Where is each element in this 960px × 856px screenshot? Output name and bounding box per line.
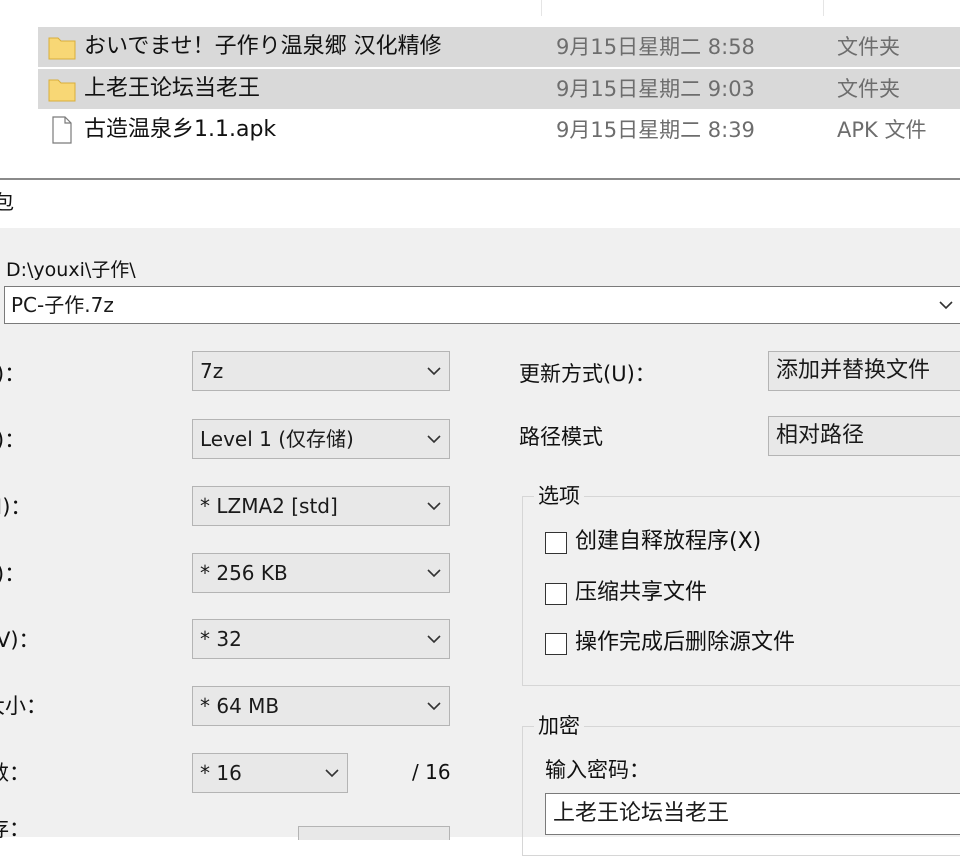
compression-level-label: )： <box>0 428 26 452</box>
password-input[interactable]: 上老王论坛当老王 <box>545 793 960 835</box>
cpu-threads-select[interactable]: * 16 <box>192 753 348 793</box>
word-size-label: V)： <box>0 628 40 652</box>
dictionary-size-select[interactable]: * 256 KB <box>192 553 450 593</box>
archive-path-label: D:\youxi\子作\ <box>6 259 136 281</box>
compress-shared-label: 压缩共享文件 <box>575 580 708 605</box>
chevron-down-icon <box>427 500 441 512</box>
archive-format-select[interactable]: 7z <box>192 351 450 391</box>
update-mode-select[interactable]: 添加并替换文件 <box>768 351 960 391</box>
file-icon <box>48 116 76 144</box>
file-date: 9月15日星期二 8:39 <box>556 118 755 142</box>
compression-level-select[interactable]: Level 1 (仅存储) <box>192 419 450 459</box>
word-size-select[interactable]: * 32 <box>192 619 450 659</box>
chevron-down-icon <box>427 700 441 712</box>
delete-after-label: 操作完成后删除源文件 <box>575 630 796 655</box>
memory-usage-label: 存： <box>0 817 30 841</box>
update-mode-value: 添加并替换文件 <box>776 358 931 383</box>
cpu-threads-value: * 16 <box>200 761 242 785</box>
file-type: 文件夹 <box>837 77 900 101</box>
file-date: 9月15日星期二 8:58 <box>556 35 755 59</box>
file-type: APK 文件 <box>837 118 927 142</box>
archive-name-combo[interactable]: PC-子作.7z <box>4 286 960 324</box>
archive-format-label: )： <box>0 362 26 386</box>
dictionary-size-value: * 256 KB <box>200 561 288 585</box>
compression-method-label: I)： <box>0 495 32 519</box>
chevron-down-icon <box>427 433 441 445</box>
folder-icon <box>48 75 76 103</box>
compression-level-value: Level 1 (仅存储) <box>200 427 354 451</box>
compress-shared-checkbox[interactable] <box>545 583 567 605</box>
file-date: 9月15日星期二 9:03 <box>556 77 755 101</box>
create-sfx-checkbox[interactable] <box>545 532 567 554</box>
path-mode-select[interactable]: 相对路径 <box>768 416 960 456</box>
chevron-down-icon <box>325 767 339 779</box>
file-type: 文件夹 <box>837 35 900 59</box>
memory-usage-select[interactable] <box>298 826 450 840</box>
cpu-threads-label: 数： <box>0 761 30 785</box>
file-name: 古造温泉乡1.1.apk <box>84 117 277 142</box>
add-to-archive-dialog: 包 D:\youxi\子作\ PC-子作.7z )： )： I)： )： V)：… <box>0 180 960 856</box>
chevron-down-icon <box>427 633 441 645</box>
password-value: 上老王论坛当老王 <box>553 801 730 826</box>
chevron-down-icon <box>427 365 441 377</box>
folder-icon <box>48 33 76 61</box>
chevron-down-icon[interactable] <box>939 299 953 311</box>
dictionary-size-label: )： <box>0 562 26 586</box>
file-row-folder-1[interactable]: おいでませ！子作り温泉郷 汉化精修 9月15日星期二 8:58 文件夹 <box>38 27 960 67</box>
column-separator <box>823 0 824 16</box>
encryption-group-title: 加密 <box>534 712 584 740</box>
compression-method-select[interactable]: * LZMA2 [std] <box>192 486 450 526</box>
path-mode-value: 相对路径 <box>776 423 865 448</box>
archive-format-value: 7z <box>200 359 224 383</box>
chevron-down-icon <box>427 567 441 579</box>
file-row-apk[interactable]: 古造温泉乡1.1.apk 9月15日星期二 8:39 APK 文件 <box>38 110 960 150</box>
compression-method-value: * LZMA2 [std] <box>200 494 338 518</box>
solid-block-size-label: 大小： <box>0 694 47 718</box>
file-explorer-list: おいでませ！子作り温泉郷 汉化精修 9月15日星期二 8:58 文件夹 上老王论… <box>0 0 960 178</box>
file-name: 上老王论坛当老王 <box>84 76 261 101</box>
dialog-title: 包 <box>0 190 14 214</box>
enter-password-label: 输入密码： <box>545 758 650 782</box>
cpu-threads-max: / 16 <box>412 760 451 784</box>
file-name: おいでませ！子作り温泉郷 汉化精修 <box>84 34 442 59</box>
create-sfx-label: 创建自释放程序(X) <box>575 529 762 554</box>
word-size-value: * 32 <box>200 627 242 651</box>
options-group-title: 选项 <box>534 482 584 510</box>
delete-after-checkbox[interactable] <box>545 633 567 655</box>
dialog-title-bar: 包 <box>0 180 960 228</box>
path-mode-label: 路径模式 <box>519 425 603 449</box>
solid-block-size-value: * 64 MB <box>200 694 280 718</box>
column-separator <box>541 0 542 16</box>
file-row-folder-2[interactable]: 上老王论坛当老王 9月15日星期二 9:03 文件夹 <box>38 69 960 109</box>
solid-block-size-select[interactable]: * 64 MB <box>192 686 450 726</box>
archive-name-value: PC-子作.7z <box>11 293 114 317</box>
update-mode-label: 更新方式(U)： <box>519 362 656 386</box>
